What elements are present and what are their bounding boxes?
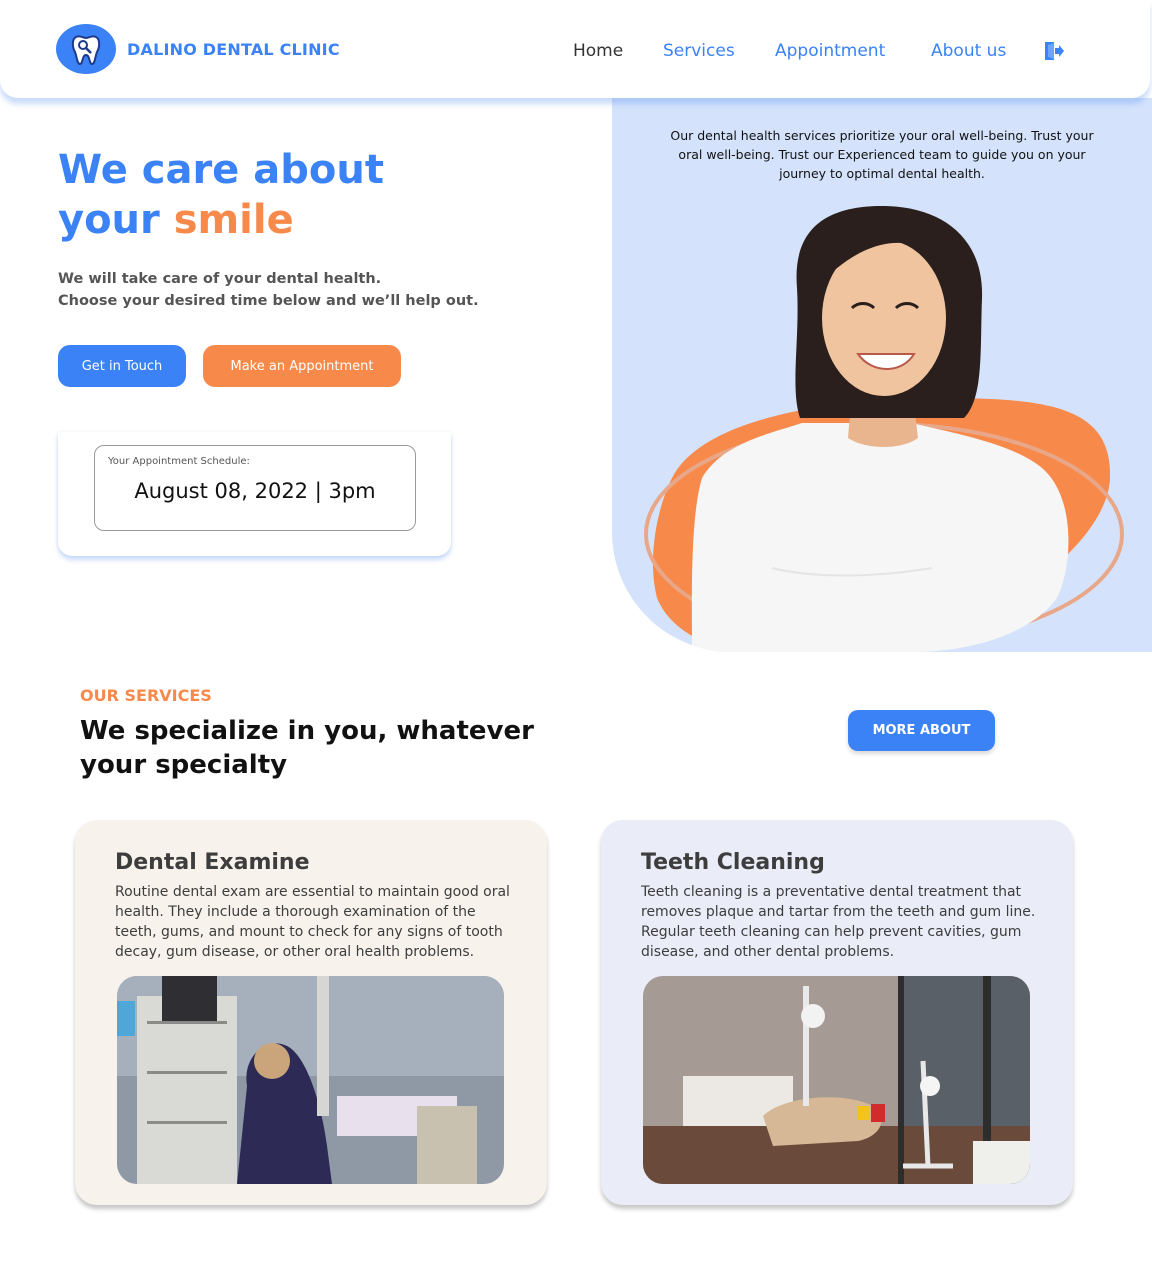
headline-accent: smile bbox=[173, 197, 294, 243]
service-card-title: Teeth Cleaning bbox=[641, 850, 825, 875]
make-appointment-button[interactable]: Make an Appointment bbox=[203, 345, 401, 387]
headline-your: your bbox=[58, 197, 174, 243]
nav-services[interactable]: Services bbox=[663, 41, 735, 61]
brand-name[interactable]: DALINO DENTAL CLINIC bbox=[127, 40, 340, 59]
dental-exam-room-photo bbox=[117, 976, 504, 1184]
hero-subheading: We will take care of your dental health.… bbox=[58, 268, 479, 312]
get-in-touch-button[interactable]: Get in Touch bbox=[58, 345, 186, 387]
hero-headline: We care about your smile bbox=[58, 145, 384, 245]
clinic-logo[interactable] bbox=[56, 24, 116, 74]
service-card-text: Teeth cleaning is a preventative dental … bbox=[641, 884, 1036, 960]
site-header: DALINO DENTAL CLINIC Home Services Appoi… bbox=[0, 0, 1150, 98]
nav-home[interactable]: Home bbox=[573, 41, 623, 61]
services-kicker: OUR SERVICES bbox=[80, 686, 212, 705]
service-card-dental-examine[interactable]: Dental Examine Routine dental exam are e… bbox=[75, 820, 547, 1205]
appointment-schedule-card: Your Appointment Schedule: August 08, 20… bbox=[58, 432, 451, 556]
headline-line-1: We care about bbox=[58, 147, 384, 193]
subhead-line-2: Choose your desired time below and we’ll… bbox=[58, 293, 479, 309]
smiling-woman-illustration bbox=[644, 206, 1124, 652]
nav-appointment[interactable]: Appointment bbox=[775, 41, 885, 61]
tooth-icon bbox=[71, 35, 101, 66]
headline-line-2: your smile bbox=[58, 195, 384, 245]
nav-about[interactable]: About us bbox=[931, 41, 1006, 61]
teeth-cleaning-room-photo bbox=[643, 976, 1030, 1184]
services-title: We specialize in you, whatever your spec… bbox=[80, 716, 534, 780]
hero-image-panel: Our dental health services prioritize yo… bbox=[612, 98, 1152, 652]
subhead-line-1: We will take care of your dental health. bbox=[58, 271, 382, 287]
schedule-value: August 08, 2022 | 3pm bbox=[134, 479, 376, 503]
schedule-label: Your Appointment Schedule: bbox=[108, 456, 250, 467]
service-card-text: Routine dental exam are essential to mai… bbox=[115, 884, 510, 960]
appointment-schedule-field[interactable]: Your Appointment Schedule: August 08, 20… bbox=[94, 445, 416, 531]
service-card-title: Dental Examine bbox=[115, 850, 310, 875]
logout-icon[interactable] bbox=[1043, 40, 1065, 62]
service-card-teeth-cleaning[interactable]: Teeth Cleaning Teeth cleaning is a preve… bbox=[601, 820, 1073, 1205]
more-about-button[interactable]: MORE ABOUT bbox=[848, 710, 995, 751]
